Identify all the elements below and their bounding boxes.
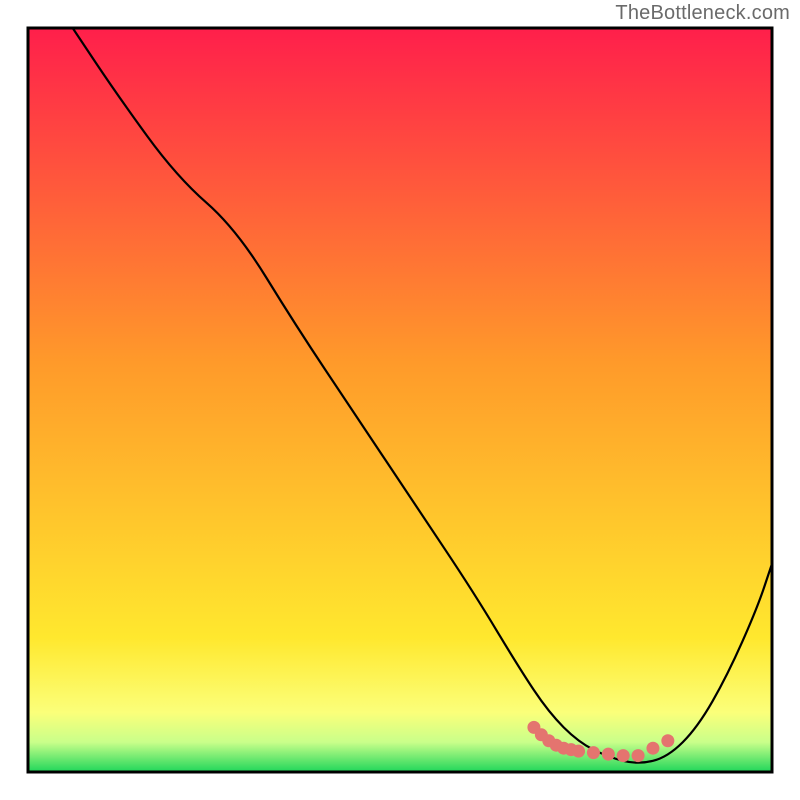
attribution-text: TheBottleneck.com xyxy=(615,2,790,25)
marker-dot xyxy=(646,742,659,755)
bottleneck-chart xyxy=(0,0,800,800)
marker-dot xyxy=(617,749,630,762)
gradient-background xyxy=(28,28,772,772)
marker-dot xyxy=(632,749,645,762)
marker-dot xyxy=(661,734,674,747)
marker-dot xyxy=(602,748,615,761)
marker-dot xyxy=(572,745,585,758)
marker-dot xyxy=(587,746,600,759)
